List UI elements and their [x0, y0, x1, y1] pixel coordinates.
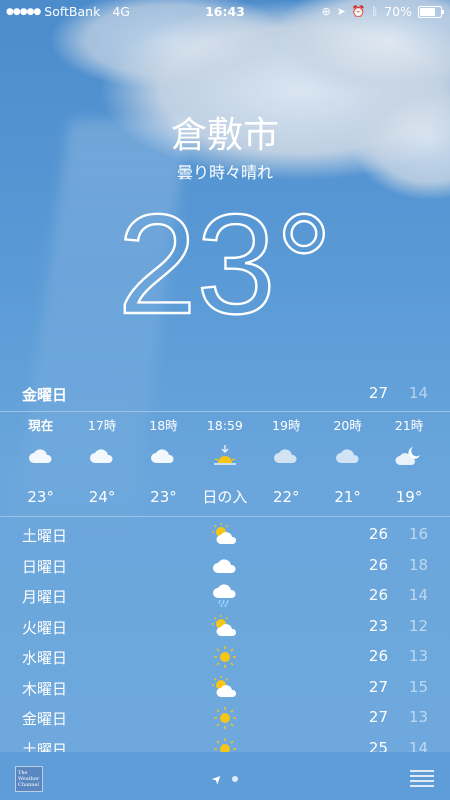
- bottom-toolbar: The Weather Channel ➤: [0, 752, 450, 800]
- sun-icon: [211, 705, 239, 731]
- daily-day: 日曜日: [22, 557, 68, 576]
- page-indicator[interactable]: ➤: [208, 770, 239, 788]
- daily-high: 26: [368, 647, 388, 665]
- weather-condition: 曇り時々晴れ: [176, 163, 273, 182]
- daily-low: 14: [408, 586, 428, 604]
- daily-day: 土曜日: [22, 527, 68, 545]
- daily-day: 金曜日: [22, 710, 68, 728]
- hour-item: 17時 24°: [71, 416, 132, 512]
- daily-forecast[interactable]: 土曜日 26 16 日曜日 26 18 月曜日 26 14 火曜日 23 12 …: [0, 520, 450, 764]
- hour-temp: 日の入: [202, 488, 248, 506]
- today-day: 金曜日: [22, 386, 68, 404]
- battery-icon: [418, 5, 444, 18]
- hour-item: 現在 23°: [10, 416, 71, 512]
- rotation-lock-icon: ⊕: [321, 5, 331, 18]
- hour-time: 18:59: [206, 418, 243, 433]
- current-temperature-wrap: 23°: [0, 184, 450, 345]
- daily-row: 木曜日 27 15: [0, 673, 450, 704]
- hour-item: 18:59 日の入: [194, 416, 255, 512]
- daily-row: 土曜日 26 16: [0, 520, 450, 551]
- cloud-icon: [133, 436, 194, 476]
- hour-temp: 24°: [88, 488, 116, 506]
- rain-icon: [211, 583, 239, 609]
- hour-item: 21時 19°: [378, 416, 439, 512]
- daily-high: 27: [368, 677, 388, 696]
- hour-item: 19時 22°: [256, 416, 317, 512]
- status-bar: ●●●●● SoftBank 4G 16:43 ⊕ ➤ ⏰ ᛒ 70%: [0, 0, 450, 24]
- cloud-icon: [317, 436, 378, 476]
- current-temperature: 23°: [116, 184, 333, 345]
- page-dot: [232, 776, 239, 782]
- cloud-icon: [10, 436, 71, 476]
- partly-cloudy-icon: [211, 614, 239, 640]
- hour-time: 21時: [394, 418, 424, 433]
- current-location-icon: ➤: [208, 770, 226, 788]
- cloud-moon-icon: [378, 436, 439, 476]
- battery-percent: 70%: [384, 4, 412, 19]
- hour-temp: 19°: [395, 488, 423, 506]
- hour-temp: 23°: [150, 488, 177, 506]
- alarm-icon: ⏰: [351, 5, 366, 18]
- daily-high: 27: [368, 708, 388, 726]
- hour-item: 20時 21°: [317, 416, 378, 512]
- daily-low: 12: [408, 616, 428, 635]
- city-name: 倉敷市: [170, 115, 279, 156]
- partly-cloudy-icon: [211, 675, 239, 701]
- daily-high: 23: [368, 616, 388, 635]
- daily-row: 日曜日 26 18: [0, 551, 450, 582]
- daily-day: 月曜日: [22, 588, 68, 606]
- hour-temp: 21°: [334, 488, 361, 506]
- daily-high: 26: [368, 525, 388, 543]
- weather-channel-logo-button[interactable]: The Weather Channel: [15, 766, 43, 792]
- today-summary: 金曜日 27 14: [0, 384, 450, 406]
- daily-row: 水曜日 26 13: [0, 642, 450, 673]
- daily-low: 18: [408, 555, 428, 574]
- hour-temp: 22°: [272, 488, 300, 506]
- divider: [0, 411, 450, 412]
- sun-icon: [211, 644, 239, 670]
- hour-time: 20時: [333, 418, 362, 433]
- hour-time: 19時: [272, 418, 301, 433]
- cloud-icon: [211, 553, 239, 579]
- hour-time: 18時: [149, 418, 178, 433]
- daily-low: 15: [408, 677, 428, 696]
- hour-time: 現在: [28, 418, 54, 433]
- daily-low: 13: [408, 708, 428, 726]
- daily-low: 13: [408, 647, 428, 665]
- divider: [0, 516, 450, 517]
- city-list-button[interactable]: [410, 770, 434, 790]
- daily-row: 月曜日 26 14: [0, 581, 450, 612]
- cloud-icon: [71, 436, 132, 476]
- brand-line: Channel: [18, 782, 40, 788]
- daily-day: 木曜日: [22, 679, 68, 698]
- current-temperature-text: 23°: [118, 195, 333, 335]
- partly-cloudy-icon: [211, 522, 239, 548]
- today-low: 14: [408, 384, 428, 402]
- hourly-forecast[interactable]: 現在 23° 17時 24° 18時 23° 18:59 日の入 19時 22°…: [10, 416, 440, 512]
- daily-high: 26: [368, 555, 388, 574]
- daily-day: 水曜日: [22, 649, 68, 667]
- location-icon: ➤: [336, 5, 346, 18]
- today-high: 27: [368, 384, 388, 402]
- daily-row: 金曜日 27 13: [0, 703, 450, 734]
- hour-temp: 23°: [27, 488, 54, 506]
- daily-row: 火曜日 23 12: [0, 612, 450, 643]
- hour-time: 17時: [87, 418, 117, 433]
- sunset-icon: [194, 436, 255, 476]
- hour-item: 18時 23°: [133, 416, 194, 512]
- daily-day: 火曜日: [22, 618, 68, 637]
- bluetooth-icon: ᛒ: [371, 5, 379, 18]
- cloud-icon: [256, 436, 317, 476]
- daily-low: 16: [408, 525, 428, 543]
- daily-high: 26: [368, 586, 388, 604]
